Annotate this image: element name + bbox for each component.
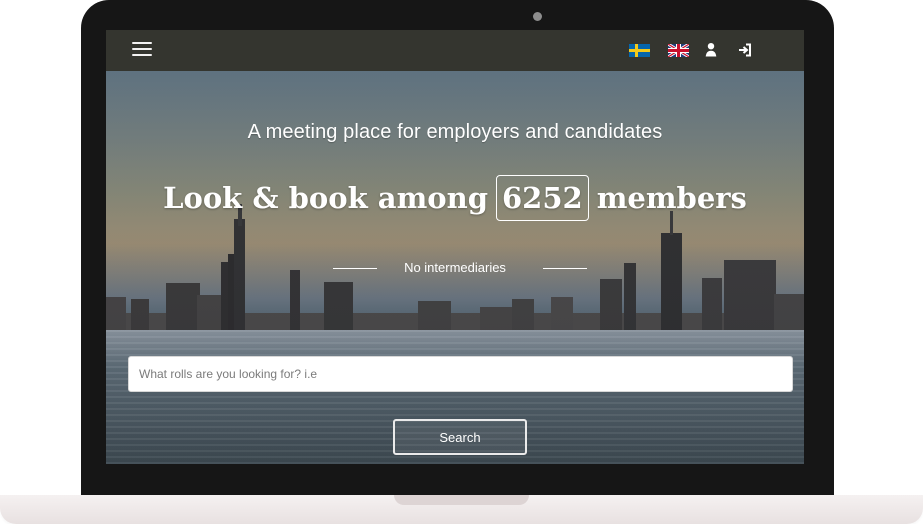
headline-prefix: Look & book among (163, 181, 488, 215)
laptop-base-notch (394, 495, 529, 505)
tagline-row: No intermediaries (106, 258, 804, 278)
hero-section: A meeting place for employers and candid… (106, 71, 804, 464)
top-navigation-bar (106, 30, 804, 71)
user-icon[interactable] (704, 42, 718, 58)
sweden-flag-icon[interactable] (629, 44, 650, 57)
laptop-mockup-scene: A meeting place for employers and candid… (0, 0, 923, 524)
website-screen: A meeting place for employers and candid… (106, 30, 804, 464)
sign-in-icon[interactable] (738, 42, 752, 58)
search-input[interactable] (128, 356, 793, 392)
right-divider-line (543, 268, 587, 269)
uk-flag-icon[interactable] (668, 44, 689, 57)
webcam-icon (533, 12, 542, 21)
hamburger-menu-icon[interactable] (132, 42, 152, 56)
member-count-badge: 6252 (496, 175, 589, 221)
tagline-text: No intermediaries (404, 260, 506, 275)
hero-headline: Look & book among 6252 members (106, 175, 804, 221)
headline-suffix: members (596, 181, 747, 215)
hero-subtitle: A meeting place for employers and candid… (247, 121, 663, 143)
search-button[interactable]: Search (393, 419, 527, 455)
